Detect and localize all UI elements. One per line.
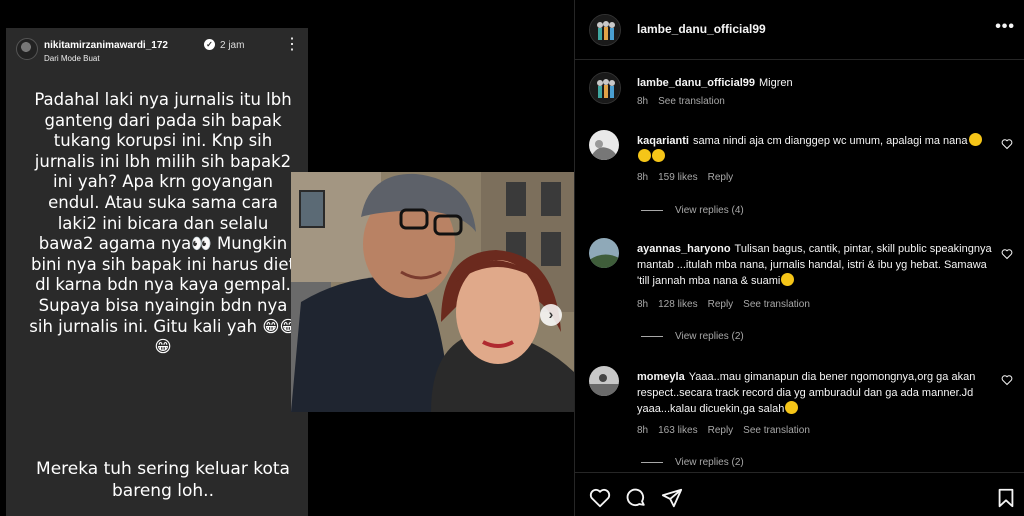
next-image-button[interactable]: › [540, 304, 562, 326]
comment-meta: 8h 163 likes Reply See translation [637, 425, 820, 436]
comment-icon[interactable] [625, 487, 647, 509]
comment-body: momeyla Yaaa..mau gimanapun dia bener ngo… [637, 369, 995, 417]
comment-username[interactable]: kaqarianti [637, 135, 689, 147]
comment-likes[interactable]: 159 likes [658, 172, 697, 183]
view-replies-label: View replies (4) [675, 205, 744, 216]
comment-time: 8h [637, 172, 649, 183]
heart-icon[interactable] [1001, 374, 1013, 386]
comment-likes[interactable]: 128 likes [658, 299, 697, 310]
verified-badge-icon: ✓ [204, 39, 215, 50]
replies-divider [641, 461, 663, 463]
view-replies-label: View replies (2) [675, 331, 744, 342]
avatar-photo-icon [589, 238, 619, 268]
more-horizontal-icon[interactable]: ••• [995, 18, 1015, 36]
comments-panel: lambe_danu_official99 ••• lambe_danu_off… [574, 0, 1024, 516]
story-more-vertical-icon: ⋮ [284, 36, 300, 53]
story-time: 2 jam [220, 40, 245, 51]
view-replies-button[interactable]: View replies (4) [641, 205, 744, 216]
post-actions-bar [575, 472, 1024, 516]
see-translation-link[interactable]: See translation [743, 299, 810, 310]
replies-divider [641, 209, 663, 211]
laughing-emoji-icon [968, 133, 982, 146]
comment-text: Yaaa..mau gimanapun dia bener ngomongnya… [637, 371, 976, 415]
reply-button[interactable]: Reply [708, 425, 734, 436]
story-avatar [16, 38, 38, 60]
smiling-emoji-icon [781, 273, 795, 286]
comment-username[interactable]: ayannas_haryono [637, 243, 731, 255]
story-text-main: Padahal laki nya jurnalis itu lbh ganten… [29, 90, 297, 357]
caption-meta: 8h See translation [637, 96, 735, 107]
comment-likes[interactable]: 163 likes [658, 425, 697, 436]
caption-avatar[interactable] [589, 72, 621, 104]
avatar-photo-icon [589, 366, 619, 396]
post-header: lambe_danu_official99 ••• [575, 0, 1024, 60]
avatar-figures-icon [590, 15, 620, 45]
story-header: nikitamirzanimawardi_172 ✓ 2 jam ⋮ Dari … [16, 36, 300, 68]
commenter-avatar[interactable] [589, 366, 619, 396]
post-media: nikitamirzanimawardi_172 ✓ 2 jam ⋮ Dari … [0, 0, 574, 516]
heart-icon[interactable] [1001, 248, 1013, 260]
avatar-figures-icon [590, 73, 620, 103]
like-heart-icon[interactable] [589, 487, 611, 509]
see-translation-link[interactable]: See translation [743, 425, 810, 436]
comment-body: ayannas_haryono Tulisan bagus, cantik, pi… [637, 241, 995, 289]
story-screenshot: nikitamirzanimawardi_172 ✓ 2 jam ⋮ Dari … [6, 28, 308, 516]
caption-body: lambe_danu_official99 Migren [637, 75, 995, 91]
reply-button[interactable]: Reply [708, 172, 734, 183]
comment-username[interactable]: momeyla [637, 371, 685, 383]
replies-divider [641, 335, 663, 337]
view-replies-button[interactable]: View replies (2) [641, 457, 744, 468]
comment-meta: 8h 128 likes Reply See translation [637, 299, 820, 310]
story-text-bottom: Mereka tuh sering keluar kota bareng loh… [36, 459, 290, 501]
heart-icon[interactable] [1001, 138, 1013, 150]
save-bookmark-icon[interactable] [995, 487, 1017, 509]
caption-time: 8h [637, 96, 649, 107]
instagram-post-view: nikitamirzanimawardi_172 ✓ 2 jam ⋮ Dari … [0, 0, 1024, 516]
caption-text: Migren [759, 77, 793, 89]
commenter-avatar[interactable] [589, 238, 619, 268]
commenter-avatar[interactable] [589, 130, 619, 160]
comment-text: sama nindi aja cm dianggep wc umum, apal… [692, 135, 968, 147]
comment-time: 8h [637, 425, 649, 436]
laughing-emoji-icon [652, 149, 665, 162]
laughing-emoji-icon [638, 149, 651, 162]
view-replies-button[interactable]: View replies (2) [641, 331, 744, 342]
story-username: nikitamirzanimawardi_172 [44, 40, 168, 51]
comment-time: 8h [637, 299, 649, 310]
share-icon[interactable] [661, 487, 683, 509]
caption-username[interactable]: lambe_danu_official99 [637, 77, 755, 89]
avatar-photo-icon [589, 130, 619, 160]
couple-photo [291, 172, 574, 412]
comment-body: kaqarianti sama nindi aja cm dianggep wc … [637, 133, 995, 165]
see-translation-link[interactable]: See translation [658, 96, 725, 107]
post-author-avatar[interactable] [589, 14, 621, 46]
view-replies-label: View replies (2) [675, 457, 744, 468]
story-subtitle: Dari Mode Buat [44, 54, 100, 63]
couple-photo-illustration [291, 172, 574, 412]
reply-button[interactable]: Reply [708, 299, 734, 310]
post-author-username[interactable]: lambe_danu_official99 [637, 22, 766, 36]
laughing-emoji-icon [785, 401, 799, 414]
comment-meta: 8h 159 likes Reply [637, 172, 743, 183]
